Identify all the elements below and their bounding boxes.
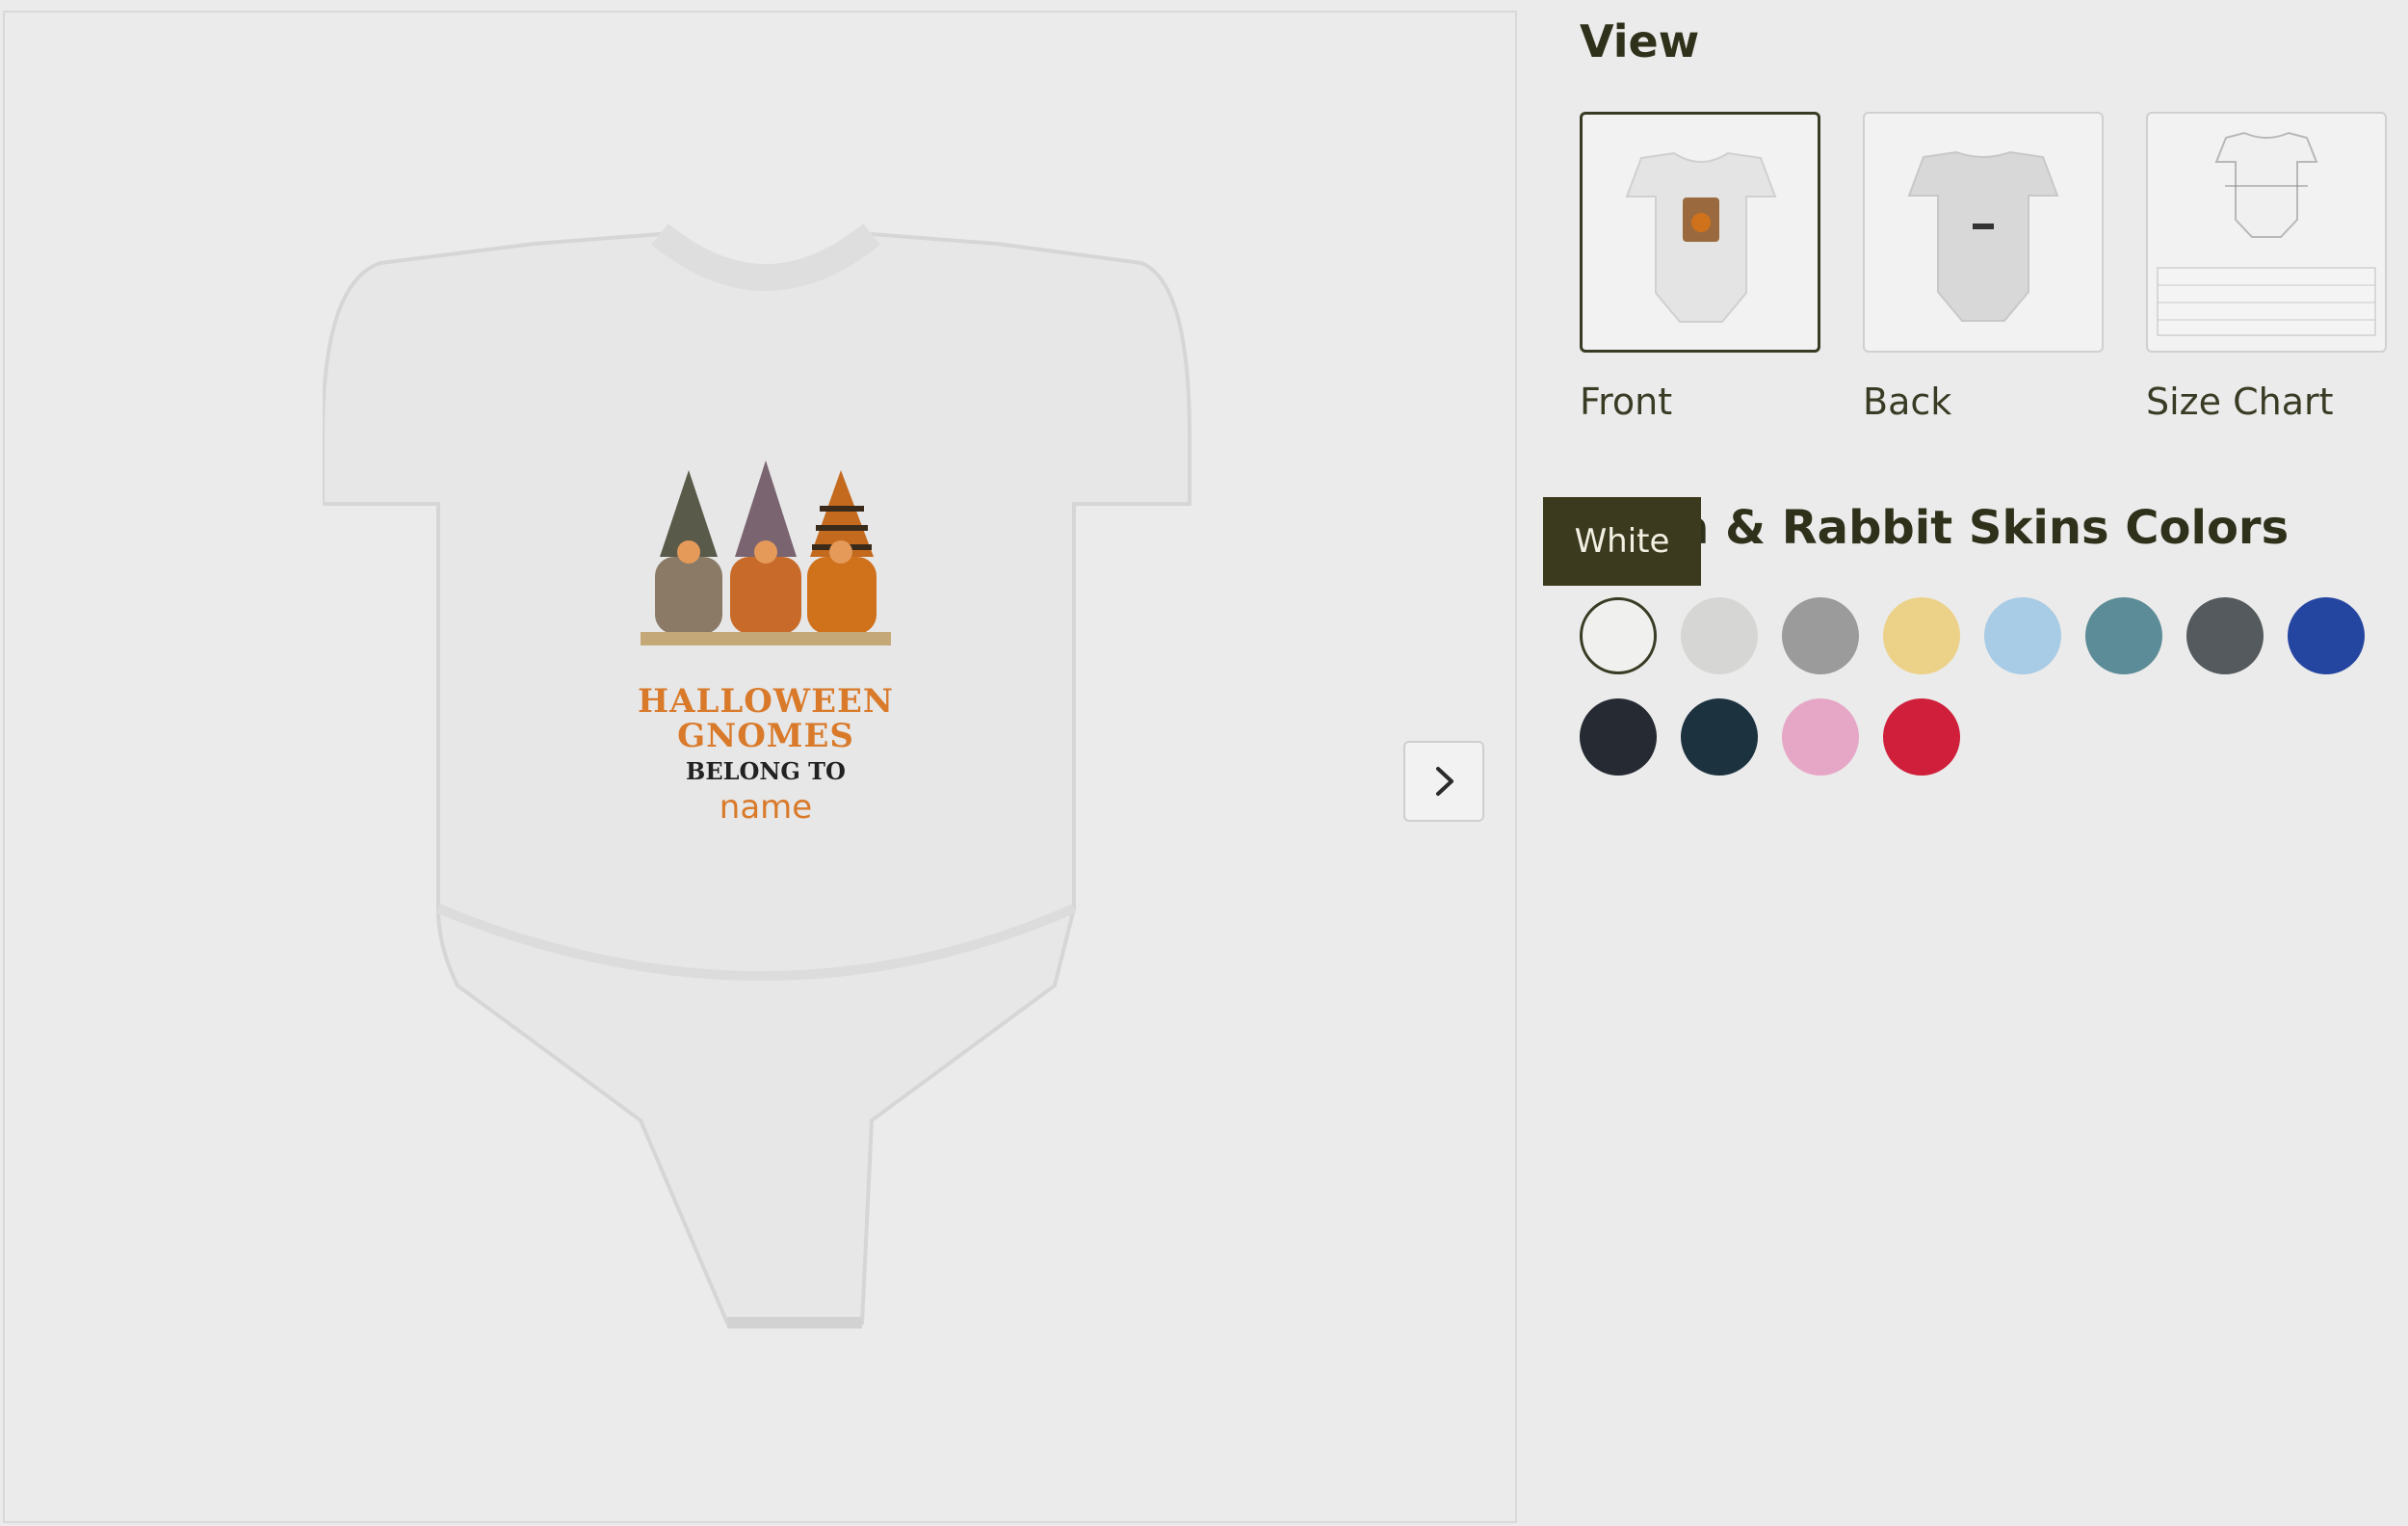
design-line-4: name (719, 788, 813, 827)
color-swatch-royal-blue[interactable] (2288, 597, 2365, 674)
product-image-panel: HALLOWEEN GNOMES BELONG TO name (3, 11, 1517, 1523)
color-swatch-red[interactable] (1883, 698, 1960, 776)
view-title: View (1580, 15, 1700, 67)
print-design: HALLOWEEN GNOMES BELONG TO name (621, 451, 910, 836)
thumbnail-front[interactable] (1580, 112, 1820, 353)
color-swatch-teal[interactable] (2085, 597, 2162, 674)
color-tooltip: White (1543, 497, 1701, 586)
next-image-button[interactable] (1403, 741, 1484, 822)
thumbnail-label-size-chart: Size Chart (2146, 381, 2334, 423)
design-line-3: BELONG TO (686, 757, 846, 785)
color-swatch-navy[interactable] (1681, 698, 1758, 776)
color-swatch-black[interactable] (1580, 698, 1657, 776)
color-swatch-white[interactable] (1580, 597, 1657, 674)
gnomes-illustration (641, 460, 891, 645)
back-thumbnail-image (1907, 150, 2059, 322)
thumbnail-label-front: Front (1580, 381, 1673, 423)
size-chart-thumbnail-image (2157, 131, 2376, 336)
color-swatch-yellow[interactable] (1883, 597, 1960, 674)
thumbnail-size-chart[interactable] (2146, 112, 2387, 353)
thumbnail-label-back: Back (1863, 381, 1952, 423)
design-line-1: HALLOWEEN (637, 682, 895, 721)
thumbnail-back[interactable] (1863, 112, 2104, 353)
options-panel: View Front Back Size Chart Bella & Rabbi… (1543, 0, 2408, 1526)
color-swatch-light-gray[interactable] (1681, 597, 1758, 674)
chevron-right-icon (1436, 767, 1453, 796)
front-thumbnail-image (1625, 151, 1777, 323)
color-swatch-charcoal[interactable] (2186, 597, 2264, 674)
color-swatch-heather-gray[interactable] (1782, 597, 1859, 674)
color-swatch-light-blue[interactable] (1984, 597, 2061, 674)
color-swatch-pink[interactable] (1782, 698, 1859, 776)
design-line-2: GNOMES (677, 717, 854, 755)
